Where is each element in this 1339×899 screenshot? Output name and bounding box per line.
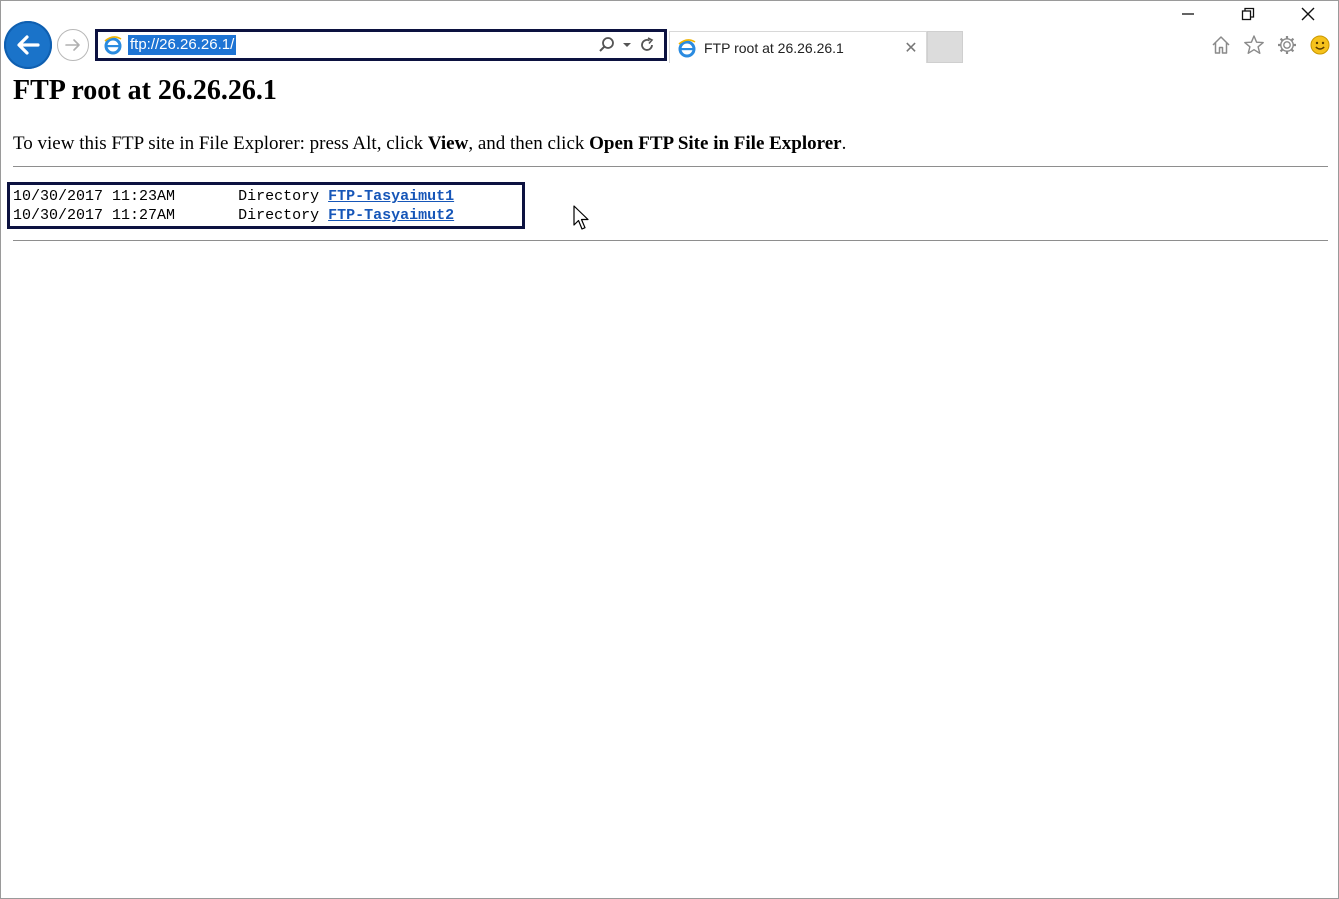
browser-window: ftp://26.26.26.1/ FTP root at 26.26.26.1… — [0, 0, 1339, 899]
directory-link[interactable]: FTP-Tasyaimut1 — [328, 188, 454, 205]
restore-button[interactable] — [1218, 1, 1278, 27]
instructions-suffix: . — [841, 133, 847, 154]
divider-top — [13, 166, 1328, 167]
instructions-text: To view this FTP site in File Explorer: … — [13, 133, 1328, 155]
restore-icon — [1241, 7, 1255, 21]
tab-ftp-root[interactable]: FTP root at 26.26.26.1 ✕ — [669, 31, 927, 63]
list-item: 10/30/2017 11:23AM Directory FTP-Tasyaim… — [13, 187, 522, 206]
close-window-button[interactable] — [1278, 1, 1338, 27]
forward-arrow-icon — [65, 39, 80, 51]
address-url-text[interactable]: ftp://26.26.26.1/ — [128, 35, 237, 55]
new-tab-button[interactable] — [927, 31, 963, 63]
listing-time: 11:27AM — [112, 207, 176, 224]
forward-button[interactable] — [57, 29, 89, 61]
window-controls — [1158, 1, 1338, 29]
page-content: FTP root at 26.26.26.1 To view this FTP … — [13, 71, 1328, 155]
back-arrow-icon — [17, 35, 40, 55]
ie-icon — [676, 37, 698, 59]
close-icon — [1301, 7, 1315, 21]
listing-type: Directory — [238, 207, 320, 224]
mouse-cursor-icon — [573, 205, 589, 230]
smiley-icon[interactable] — [1308, 33, 1332, 57]
divider-bottom — [13, 240, 1328, 241]
list-item: 10/30/2017 11:27AM Directory FTP-Tasyaim… — [13, 206, 522, 225]
instructions-middle: , and then click — [468, 133, 590, 154]
tab-close-button[interactable]: ✕ — [902, 38, 920, 58]
listing-time: 11:23AM — [112, 188, 176, 205]
star-icon[interactable] — [1242, 33, 1266, 57]
tab-title: FTP root at 26.26.26.1 — [704, 39, 844, 56]
gear-icon[interactable] — [1275, 33, 1299, 57]
listing-date: 10/30/2017 — [13, 207, 104, 224]
address-bar[interactable]: ftp://26.26.26.1/ — [95, 29, 667, 61]
dropdown-icon[interactable] — [622, 40, 632, 50]
search-icon[interactable] — [598, 36, 616, 54]
page-title: FTP root at 26.26.26.1 — [13, 75, 277, 106]
refresh-icon[interactable] — [638, 36, 656, 54]
directory-listing: 10/30/2017 11:23AM Directory FTP-Tasyaim… — [7, 182, 525, 229]
back-button[interactable] — [4, 21, 52, 69]
home-icon[interactable] — [1209, 33, 1233, 57]
directory-link[interactable]: FTP-Tasyaimut2 — [328, 207, 454, 224]
minimize-button[interactable] — [1158, 1, 1218, 27]
instructions-open: Open FTP Site in File Explorer — [589, 133, 842, 154]
listing-date: 10/30/2017 — [13, 188, 104, 205]
browser-toolbar — [1209, 33, 1332, 57]
minimize-icon — [1182, 13, 1194, 15]
ie-icon — [102, 34, 124, 56]
instructions-view: View — [427, 133, 469, 154]
instructions-prefix: To view this FTP site in File Explorer: … — [13, 133, 428, 154]
listing-type: Directory — [238, 188, 320, 205]
